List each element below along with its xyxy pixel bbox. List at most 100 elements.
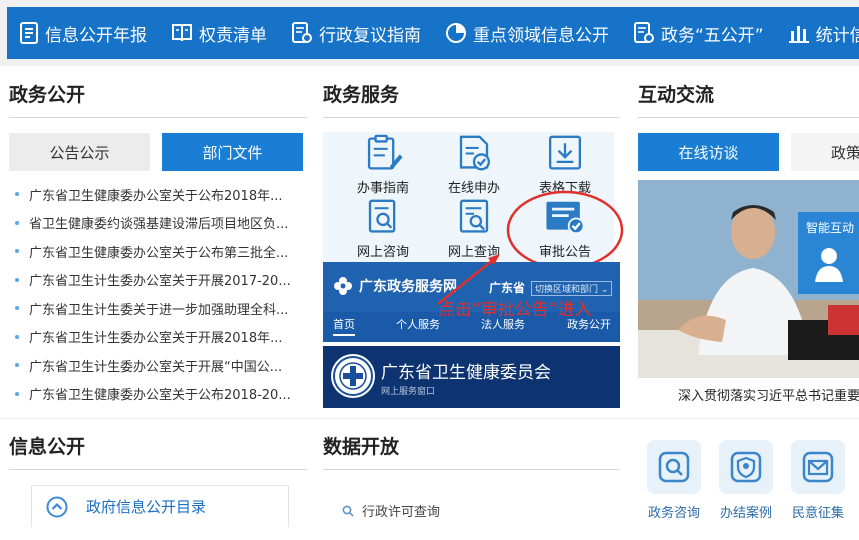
news-title: 广东省卫生计生委办公室关于开展“中国公... [29,359,283,375]
list-item[interactable]: 广东省卫生健康委办公室关于公布2018-20... [9,380,309,409]
service-label: 在线申办 [447,181,500,196]
license-query-link[interactable]: 行政许可查询 [342,501,440,520]
quick-opinion-button[interactable]: 民意征集 [789,440,847,521]
news-list: 广东省卫生健康委办公室关于公布2018年... 省卫生健康委约谈强基建设滞后项目… [9,180,309,408]
consult-search-icon [658,451,690,483]
smart-interaction-label: 智能互动 [806,221,855,235]
form-download-button[interactable]: 表格下载 [520,134,610,196]
quick-label: 办结案例 [719,506,772,521]
nav-item-power-list[interactable]: 权责清单 [159,7,279,59]
quick-label: 民意征集 [791,506,844,521]
banner-tab-personal[interactable]: 个人服务 [396,316,440,332]
wj-logo [331,354,375,398]
bar-chart-icon [788,26,809,43]
nav-item-statistics[interactable]: 统计信 [776,7,859,59]
section-title-zwgk: 政务公开 [9,84,86,106]
tab-department-docs[interactable]: 部门文件 [162,133,303,171]
document-search-icon [459,199,489,233]
list-item[interactable]: 广东省卫生健康委办公室关于公布2018年... [9,180,309,209]
document-list-icon [20,22,38,44]
quick-icon-box [719,440,773,494]
divider [323,469,620,470]
nav-label: 政务“五公开” [661,25,764,46]
online-apply-button[interactable]: 在线申办 [429,134,519,196]
list-item[interactable]: 广东省卫生计生委办公室关于开展2017-20... [9,266,309,295]
nav-label: 重点领域信息公开 [473,25,609,46]
document-check-icon [459,135,491,171]
section-title-xxgk: 信息公开 [9,436,86,458]
nav-label: 统计信 [815,25,859,46]
divider [638,117,859,118]
news-title: 广东省卫生计生委办公室关于开展2017-20... [29,274,291,290]
top-nav-bar: 信息公开年报 权责清单 行政复议指南 重点领域信息公开 政务“五公开” 统计信 [7,7,859,59]
row-separator [0,418,859,419]
divider [9,117,307,118]
list-item[interactable]: 广东省卫生计生委办公室关于开展“中国公... [9,351,309,380]
gov-info-catalog-item[interactable]: 政府信息公开目录 [31,485,289,527]
bullet [15,192,19,197]
service-label: 办事指南 [356,181,409,196]
case-shield-icon [730,451,762,483]
divider [323,117,620,118]
tab-announcements[interactable]: 公告公示 [9,133,150,171]
section-title-sjkf: 数据开放 [323,436,400,458]
news-title: 广东省卫生健康委办公室关于公布2018-20... [29,388,291,404]
quick-cases-button[interactable]: 办结案例 [717,440,775,521]
license-query-label: 行政许可查询 [362,505,441,520]
bullet [15,249,19,254]
quick-label: 政务咨询 [647,506,700,521]
news-title: 广东省卫生健康委办公室关于公布2018年... [29,188,283,204]
news-title: 广东省卫生计生委办公室关于开展2018年... [29,331,283,347]
clipboard-pen-icon [367,134,403,170]
flower-logo-icon [334,277,352,295]
photo-caption[interactable]: 深入贯彻落实习近平总书记重要 [638,378,859,410]
nav-label: 信息公开年报 [45,25,147,46]
divider [9,469,307,470]
smart-interaction-box[interactable]: 智能互动 [798,212,859,294]
tab-policy[interactable]: 政策 [791,133,859,171]
chevron-up-circle-icon [46,496,68,517]
health-emblem-icon [333,356,373,396]
wj-title: 广东省卫生健康委员会 [381,363,551,383]
top-nav: 信息公开年报 权责清单 行政复议指南 重点领域信息公开 政务“五公开” 统计信 [0,0,859,66]
section-title-zwfw: 政务服务 [323,84,400,106]
list-item[interactable]: 广东省卫生健康委办公室关于公布第三批全... [9,237,309,266]
banner-tab-home[interactable]: 首页 [333,316,355,332]
service-guide-button[interactable]: 办事指南 [338,134,428,196]
download-icon [548,135,582,170]
annotation-text: 点击“审批公告”进入 [438,300,592,320]
document-gear-icon [634,22,654,43]
highlight-circle [506,190,624,270]
gov-info-catalog-label: 政府信息公开目录 [86,498,207,516]
book-icon [172,24,192,42]
nav-item-five-public[interactable]: 政务“五公开” [621,7,776,59]
document-gear-icon [292,22,312,43]
news-title: 广东省卫生计生委关于进一步加强助理全科... [29,302,289,318]
bullet [15,306,19,311]
list-item[interactable]: 省卫生健康委约谈强基建设滞后项目地区负... [9,209,309,238]
banner-switch[interactable]: 切换区域和部门 ⌄ [531,281,613,296]
bullet [15,391,19,396]
document-search-icon [368,199,396,233]
wj-subtitle: 网上服务窗口 [381,387,436,397]
section-title-hdjl: 互动交流 [638,84,715,106]
banner-active-underline [333,334,355,336]
bullet [15,220,19,225]
mail-icon [802,451,834,483]
tab-online-interview[interactable]: 在线访谈 [638,133,779,171]
quick-consult-button[interactable]: 政务咨询 [645,440,703,521]
quick-icon-box [791,440,845,494]
nav-label: 权责清单 [199,25,267,46]
nav-item-annual-report[interactable]: 信息公开年报 [7,7,159,59]
search-icon [342,505,354,517]
bullet [15,363,19,368]
list-item[interactable]: 广东省卫生计生委办公室关于开展2018年... [9,323,309,352]
wj-window-banner[interactable]: 广东省卫生健康委员会 网上服务窗口 [323,346,620,408]
nav-label: 行政复议指南 [319,25,421,46]
quick-icon-box [647,440,701,494]
nav-item-review-guide[interactable]: 行政复议指南 [279,7,433,59]
bullet [15,334,19,339]
list-item[interactable]: 广东省卫生计生委关于进一步加强助理全科... [9,294,309,323]
nav-item-key-areas[interactable]: 重点领域信息公开 [433,7,621,59]
pie-chart-icon [446,23,466,43]
